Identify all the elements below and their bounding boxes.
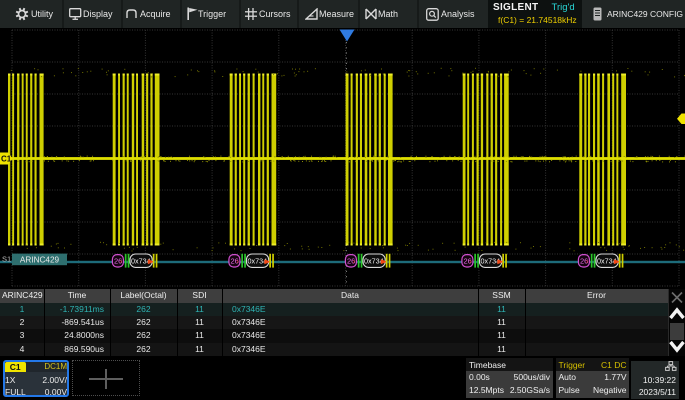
svg-text:C1: C1 [1, 155, 12, 164]
svg-text:0x734: 0x734 [364, 256, 384, 265]
svg-text:0x734: 0x734 [481, 256, 501, 265]
svg-text:0x734: 0x734 [248, 256, 268, 265]
svg-text:0x734: 0x734 [131, 256, 151, 265]
svg-text:0x734: 0x734 [597, 256, 617, 265]
svg-text:S1: S1 [2, 255, 11, 264]
svg-text:ARINC429: ARINC429 [20, 255, 60, 264]
